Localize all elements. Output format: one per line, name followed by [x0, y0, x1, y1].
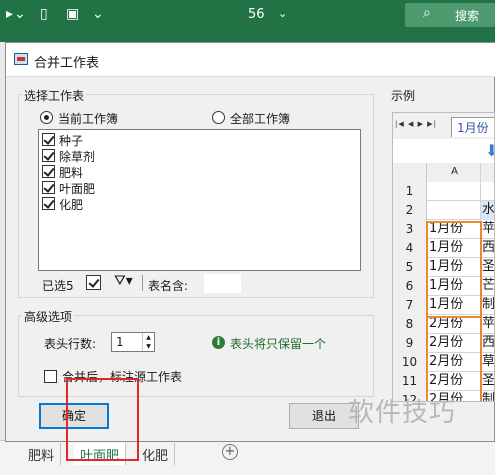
row-number: 1	[393, 182, 427, 201]
example-label: 示例	[389, 87, 418, 104]
column-header-b	[481, 163, 494, 182]
header-info-text: 表头将只保留一个	[230, 337, 327, 351]
print-preview-icon[interactable]: ▣	[66, 6, 79, 22]
sheet-name: 化肥	[59, 198, 84, 212]
radio-all-workbooks[interactable]	[212, 111, 225, 124]
preview-row: 1	[393, 182, 494, 201]
dialog-title: 合并工作表	[34, 56, 100, 71]
sheet-checkbox[interactable]	[42, 197, 55, 210]
annotation-highlight	[66, 378, 139, 461]
row-number: 9	[393, 334, 427, 353]
cell-b: 草	[482, 354, 495, 369]
down-arrow-icon: ⬇	[485, 141, 494, 160]
cell-b: 西	[482, 240, 495, 255]
toolbar-divider	[142, 275, 143, 291]
row-number: 8	[393, 315, 427, 334]
file-name: 56	[248, 7, 265, 22]
advanced-options-label: 高级选项	[22, 308, 75, 325]
cell-b: 西	[482, 335, 495, 350]
selected-count: 已选5	[42, 279, 74, 293]
row-number: 10	[393, 353, 427, 372]
redo-dropdown-icon[interactable]: ⌄	[14, 6, 26, 22]
sheet-checkbox[interactable]	[42, 149, 55, 162]
row-number: 5	[393, 258, 427, 277]
sheet-listbox[interactable]: 种子 除草剂 肥料 叶面肥 化肥	[38, 129, 361, 271]
sheet-tab-fertilizer[interactable]: 肥料	[22, 443, 62, 465]
cell-b: 圣	[482, 259, 495, 274]
cell-a	[427, 201, 481, 220]
row-number: 2	[393, 201, 427, 220]
excel-titlebar: ▸ ⌄ ▯ ▣ ⌄ 56 ⌄ ⌕ 搜索	[0, 0, 495, 30]
stepper-arrows-icon[interactable]: ▲ ▼	[142, 333, 154, 351]
preview-header-row: A	[393, 163, 494, 182]
watermark: 软件技巧	[348, 398, 457, 428]
source-block-highlight	[426, 221, 482, 318]
cell-b: 水	[481, 201, 494, 220]
search-box[interactable]: ⌕ 搜索	[405, 3, 495, 27]
info-icon: i	[212, 336, 225, 349]
source-block-highlight	[426, 316, 482, 401]
cell-b: 苹	[482, 221, 495, 236]
new-file-icon[interactable]: ▯	[40, 6, 48, 22]
search-icon: ⌕	[423, 5, 431, 21]
radio-all-workbooks-label: 全部工作簿	[230, 112, 291, 126]
row-number: 7	[393, 296, 427, 315]
cell-a	[427, 182, 481, 201]
row-number: 4	[393, 239, 427, 258]
radio-current-workbook[interactable]	[40, 111, 53, 124]
cell-b: 制	[482, 392, 495, 402]
cell-b	[481, 182, 494, 201]
nav-arrows-icon: |◀ ◀ ▶ ▶|	[395, 120, 437, 128]
sheet-name: 除草剂	[59, 150, 96, 164]
header-rows-stepper[interactable]: 1 ▲ ▼	[111, 332, 155, 352]
search-label: 搜索	[455, 9, 480, 23]
add-sheet-icon[interactable]: +	[222, 444, 238, 460]
select-all-checkbox[interactable]	[86, 275, 101, 290]
header-rows-label: 表头行数:	[44, 337, 97, 351]
header-rows-value: 1	[116, 335, 124, 349]
preview-row: 2水	[393, 201, 494, 220]
redo-arrow-icon[interactable]: ▸	[6, 6, 13, 22]
sheet-checkbox[interactable]	[42, 133, 55, 146]
filter-icon[interactable]: ⛛▾	[114, 273, 133, 289]
row-number: 11	[393, 372, 427, 391]
cell-b: 制	[482, 297, 495, 312]
preview-sheet-tab: 1月份	[451, 117, 494, 137]
sheet-name: 肥料	[59, 166, 84, 180]
sheet-name: 种子	[59, 134, 84, 148]
cell-b: 圣	[482, 373, 495, 388]
preview-sheet-nav: |◀ ◀ ▶ ▶| 1月份	[393, 113, 494, 139]
ribbon-strip	[0, 30, 495, 42]
list-toolbar: 已选5 ⛛▾ 表名含:	[38, 273, 361, 295]
row-number: 6	[393, 277, 427, 296]
sheet-name: 叶面肥	[59, 182, 96, 196]
cell-b: 芒	[482, 278, 495, 293]
example-preview: |◀ ◀ ▶ ▶| 1月份 ⬇ A 1 2水 31月份苹 41月份西 51月份圣…	[392, 112, 495, 402]
corner-cell	[393, 163, 427, 182]
sheet-tab-chemical-fertilizer[interactable]: 化肥	[136, 443, 176, 465]
dialog-titlebar[interactable]: 合并工作表	[6, 43, 495, 77]
radio-current-workbook-label: 当前工作簿	[58, 112, 119, 126]
title-dropdown-icon[interactable]: ⌄	[278, 7, 287, 20]
column-header-a: A	[427, 163, 481, 182]
cell-b: 苹	[482, 316, 495, 331]
name-filter-input[interactable]	[204, 274, 241, 293]
sheet-checkbox[interactable]	[42, 165, 55, 178]
select-sheets-label: 选择工作表	[22, 87, 87, 104]
sheet-checkbox[interactable]	[42, 181, 55, 194]
name-contains-label: 表名含:	[148, 279, 189, 293]
app-icon	[14, 53, 28, 65]
row-number: 3	[393, 220, 427, 239]
customize-toolbar-icon[interactable]: ⌄	[92, 6, 104, 22]
mark-source-checkbox[interactable]	[44, 370, 57, 383]
